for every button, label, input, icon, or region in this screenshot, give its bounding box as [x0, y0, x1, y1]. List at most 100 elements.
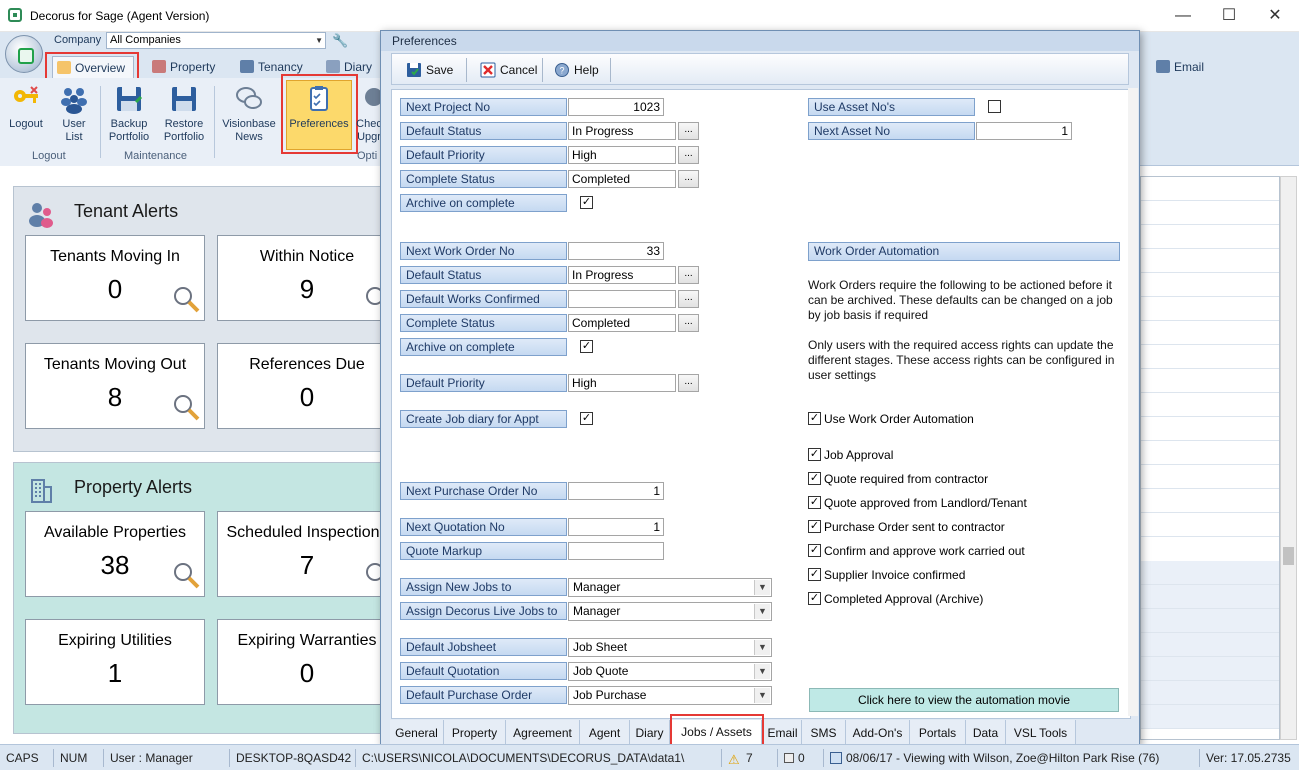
view-automation-movie-button[interactable]: Click here to view the automation movie [809, 688, 1119, 712]
tenants-moving-in-card[interactable]: Tenants Moving In 0 [25, 235, 205, 321]
company-select[interactable]: All Companies ▼ [106, 32, 326, 49]
wo-archive-checkbox[interactable]: ✓ [580, 340, 593, 353]
dialog-scrollbar[interactable] [1128, 88, 1138, 716]
wo-default-priority-browse-button[interactable]: ... [678, 374, 699, 392]
help-button[interactable]: ? Help [552, 60, 599, 80]
tab-add-ons[interactable]: Add-On's [846, 720, 910, 744]
list-item[interactable] [1141, 513, 1279, 537]
stage-checkbox-confirm-work[interactable]: ✓ [808, 544, 821, 557]
user-list-button[interactable]: User List [52, 84, 96, 144]
next-work-order-no-input[interactable]: 33 [568, 242, 664, 260]
job-diary-checkbox[interactable]: ✓ [580, 412, 593, 425]
tab-data[interactable]: Data [966, 720, 1006, 744]
chevron-down-icon[interactable]: ▼ [754, 604, 770, 619]
next-quotation-no-input[interactable]: 1 [568, 518, 664, 536]
project-default-priority-browse-button[interactable]: ... [678, 146, 699, 164]
tab-general[interactable]: General [390, 720, 444, 744]
close-button[interactable]: ✕ [1252, 0, 1298, 32]
next-purchase-order-no-input[interactable]: 1 [568, 482, 664, 500]
list-item[interactable] [1141, 465, 1279, 489]
tab-email[interactable]: Email [764, 720, 802, 744]
project-archive-checkbox[interactable]: ✓ [580, 196, 593, 209]
stage-checkbox-invoice-confirmed[interactable]: ✓ [808, 568, 821, 581]
main-scrollbar[interactable] [1280, 176, 1297, 740]
tab-diary[interactable]: Diary [322, 56, 382, 78]
list-item[interactable] [1141, 657, 1279, 681]
list-item[interactable] [1141, 177, 1279, 201]
check-upgrade-button[interactable]: Chec Upgr [356, 84, 382, 144]
wo-default-priority-input[interactable]: High [568, 374, 676, 392]
project-default-status-input[interactable]: In Progress [568, 122, 676, 140]
minimize-button[interactable]: — [1160, 0, 1206, 32]
tab-email[interactable]: Email [1156, 56, 1204, 78]
chevron-down-icon[interactable]: ▼ [754, 664, 770, 679]
application-menu-orb[interactable] [5, 35, 43, 73]
list-item[interactable] [1141, 681, 1279, 705]
list-item[interactable] [1141, 561, 1279, 585]
list-item[interactable] [1141, 369, 1279, 393]
save-button[interactable]: Save [404, 60, 453, 80]
warnings-indicator[interactable]: ⚠ 7 [724, 749, 778, 767]
tab-portals[interactable]: Portals [910, 720, 966, 744]
tab-agent[interactable]: Agent [580, 720, 630, 744]
wo-complete-status-input[interactable]: Completed [568, 314, 676, 332]
default-jobsheet-select[interactable]: Job Sheet ▼ [568, 638, 772, 657]
tab-agreement[interactable]: Agreement [506, 720, 580, 744]
tab-jobs-assets[interactable]: Jobs / Assets [672, 720, 762, 744]
within-notice-card[interactable]: Within Notice 9 [217, 235, 397, 321]
stage-checkbox-job-approval[interactable]: ✓ [808, 448, 821, 461]
backup-portfolio-button[interactable]: Backup Portfolio [104, 84, 154, 144]
references-due-card[interactable]: References Due 0 [217, 343, 397, 429]
wo-default-status-browse-button[interactable]: ... [678, 266, 699, 284]
use-automation-checkbox[interactable]: ✓ [808, 412, 821, 425]
messages-indicator[interactable]: 0 [780, 749, 824, 767]
assign-new-jobs-select[interactable]: Manager ▼ [568, 578, 772, 597]
list-item[interactable] [1141, 417, 1279, 441]
scheduled-inspections-card[interactable]: Scheduled Inspections 7 [217, 511, 397, 597]
restore-portfolio-button[interactable]: Restore Portfolio [158, 84, 210, 144]
quote-markup-input[interactable] [568, 542, 664, 560]
list-item[interactable] [1141, 345, 1279, 369]
list-item[interactable] [1141, 321, 1279, 345]
scrollbar-thumb[interactable] [1283, 547, 1294, 565]
tab-overview[interactable]: Overview [52, 56, 134, 78]
stage-checkbox-quote-approved[interactable]: ✓ [808, 496, 821, 509]
wrench-icon[interactable]: 🔧 [332, 33, 348, 49]
tab-sms[interactable]: SMS [802, 720, 846, 744]
project-complete-status-input[interactable]: Completed [568, 170, 676, 188]
next-project-no-input[interactable]: 1023 [568, 98, 664, 116]
magnifier-icon[interactable] [171, 392, 201, 422]
preferences-button[interactable]: Preferences [286, 84, 352, 131]
magnifier-icon[interactable] [171, 284, 201, 314]
project-default-status-browse-button[interactable]: ... [678, 122, 699, 140]
use-asset-nos-checkbox[interactable] [988, 100, 1001, 113]
expiring-warranties-card[interactable]: Expiring Warranties 0 [217, 619, 397, 705]
wo-default-status-input[interactable]: In Progress [568, 266, 676, 284]
expiring-utilities-card[interactable]: Expiring Utilities 1 [25, 619, 205, 705]
stage-checkbox-quote-required[interactable]: ✓ [808, 472, 821, 485]
list-item[interactable] [1141, 393, 1279, 417]
wo-works-confirmed-input[interactable] [568, 290, 676, 308]
chevron-down-icon[interactable]: ▼ [754, 580, 770, 595]
tab-diary[interactable]: Diary [630, 720, 670, 744]
list-item[interactable] [1141, 489, 1279, 513]
wo-complete-status-browse-button[interactable]: ... [678, 314, 699, 332]
tab-property[interactable]: Property [148, 56, 228, 78]
tab-tenancy[interactable]: Tenancy [236, 56, 316, 78]
project-complete-status-browse-button[interactable]: ... [678, 170, 699, 188]
wo-works-confirmed-browse-button[interactable]: ... [678, 290, 699, 308]
tenants-moving-out-card[interactable]: Tenants Moving Out 8 [25, 343, 205, 429]
visionbase-news-button[interactable]: Visionbase News [218, 84, 280, 144]
chevron-down-icon[interactable]: ▼ [754, 688, 770, 703]
maximize-button[interactable]: ☐ [1206, 0, 1252, 32]
logout-button[interactable]: Logout [4, 84, 48, 131]
list-item[interactable] [1141, 609, 1279, 633]
tab-property[interactable]: Property [444, 720, 506, 744]
stage-checkbox-po-sent[interactable]: ✓ [808, 520, 821, 533]
stage-checkbox-completed-approval[interactable]: ✓ [808, 592, 821, 605]
assign-live-jobs-select[interactable]: Manager ▼ [568, 602, 772, 621]
default-purchase-order-select[interactable]: Job Purchase ▼ [568, 686, 772, 705]
next-appointment[interactable]: 08/06/17 - Viewing with Wilson, Zoe@Hilt… [826, 749, 1200, 767]
list-item[interactable] [1141, 249, 1279, 273]
list-item[interactable] [1141, 273, 1279, 297]
